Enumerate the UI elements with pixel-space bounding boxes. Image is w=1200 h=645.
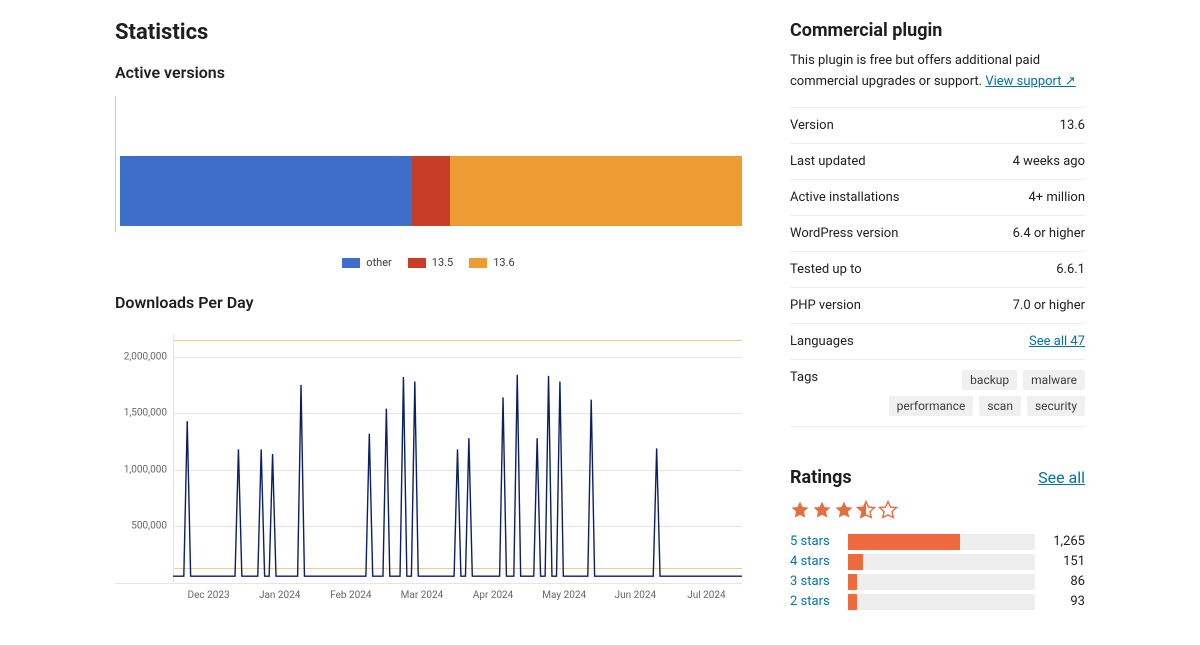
rating-filter-link[interactable]: 2 stars	[790, 594, 838, 609]
y-tick-label: 1,000,000	[115, 464, 167, 475]
rating-bar	[848, 534, 1035, 550]
x-tick-label: Apr 2024	[458, 590, 529, 601]
rating-bar	[848, 574, 1035, 590]
meta-row: Active installations4+ million	[790, 180, 1085, 216]
meta-row: PHP version7.0 or higher	[790, 288, 1085, 324]
languages-see-all-link[interactable]: See all 47	[1029, 334, 1085, 349]
x-tick-label: Jul 2024	[671, 590, 742, 601]
downloads-chart: 500,000 1,000,000 1,500,000 2,000,000 Dec 2…	[115, 334, 742, 601]
x-tick-label: Jan 2024	[244, 590, 315, 601]
x-tick-label: Jun 2024	[600, 590, 671, 601]
rating-count: 93	[1045, 594, 1085, 609]
view-support-link[interactable]: View support ↗	[985, 74, 1075, 89]
tag[interactable]: performance	[889, 396, 974, 416]
tag[interactable]: scan	[979, 396, 1021, 416]
x-tick-label: Mar 2024	[386, 590, 457, 601]
star-icon	[878, 500, 898, 520]
statistics-title: Statistics	[115, 20, 742, 45]
rating-row: 3 stars 86	[790, 574, 1085, 590]
rating-count: 86	[1045, 574, 1085, 589]
star-icon	[790, 500, 810, 520]
star-icon	[812, 500, 832, 520]
meta-row-tags: Tagsbackupmalwareperformancescansecurity	[790, 360, 1085, 427]
ratings-title: Ratings	[790, 467, 852, 488]
rating-filter-link[interactable]: 4 stars	[790, 554, 838, 569]
meta-row: Last updated4 weeks ago	[790, 144, 1085, 180]
tag[interactable]: backup	[962, 370, 1017, 390]
rating-bar	[848, 554, 1035, 570]
meta-row: Tested up to6.6.1	[790, 252, 1085, 288]
legend-item: other	[342, 256, 392, 269]
commercial-title: Commercial plugin	[790, 20, 1085, 41]
rating-row: 2 stars 93	[790, 594, 1085, 610]
meta-row: Version13.6	[790, 108, 1085, 144]
rating-filter-link[interactable]: 5 stars	[790, 534, 838, 549]
rating-row: 4 stars 151	[790, 554, 1085, 570]
x-tick-label: May 2024	[529, 590, 600, 601]
meta-row: WordPress version6.4 or higher	[790, 216, 1085, 252]
active-versions-chart: other 13.5 13.6	[115, 96, 742, 269]
star-icon	[834, 500, 854, 520]
version-segment-other	[120, 156, 412, 226]
ratings-see-all-link[interactable]: See all	[1038, 468, 1085, 487]
rating-count: 1,265	[1045, 534, 1085, 549]
rating-row: 5 stars 1,265	[790, 534, 1085, 550]
active-versions-title: Active versions	[115, 63, 742, 82]
rating-count: 151	[1045, 554, 1085, 569]
rating-bar	[848, 594, 1035, 610]
x-tick-label: Feb 2024	[315, 590, 386, 601]
y-tick-label: 1,500,000	[115, 408, 167, 419]
meta-row-languages: LanguagesSee all 47	[790, 324, 1085, 360]
x-tick-label: Dec 2023	[173, 590, 244, 601]
version-segment-13.5	[412, 156, 449, 226]
tag[interactable]: malware	[1023, 370, 1085, 390]
downloads-title: Downloads Per Day	[115, 293, 742, 312]
tag[interactable]: security	[1027, 396, 1085, 416]
commercial-desc: This plugin is free but offers additiona…	[790, 51, 1085, 93]
y-tick-label: 2,000,000	[115, 351, 167, 362]
y-tick-label: 500,000	[115, 521, 167, 532]
rating-filter-link[interactable]: 3 stars	[790, 574, 838, 589]
version-segment-13.6	[450, 156, 742, 226]
legend-item: 13.5	[408, 256, 453, 269]
rating-stars	[790, 500, 1085, 520]
legend-item: 13.6	[469, 256, 514, 269]
star-icon	[856, 500, 876, 520]
